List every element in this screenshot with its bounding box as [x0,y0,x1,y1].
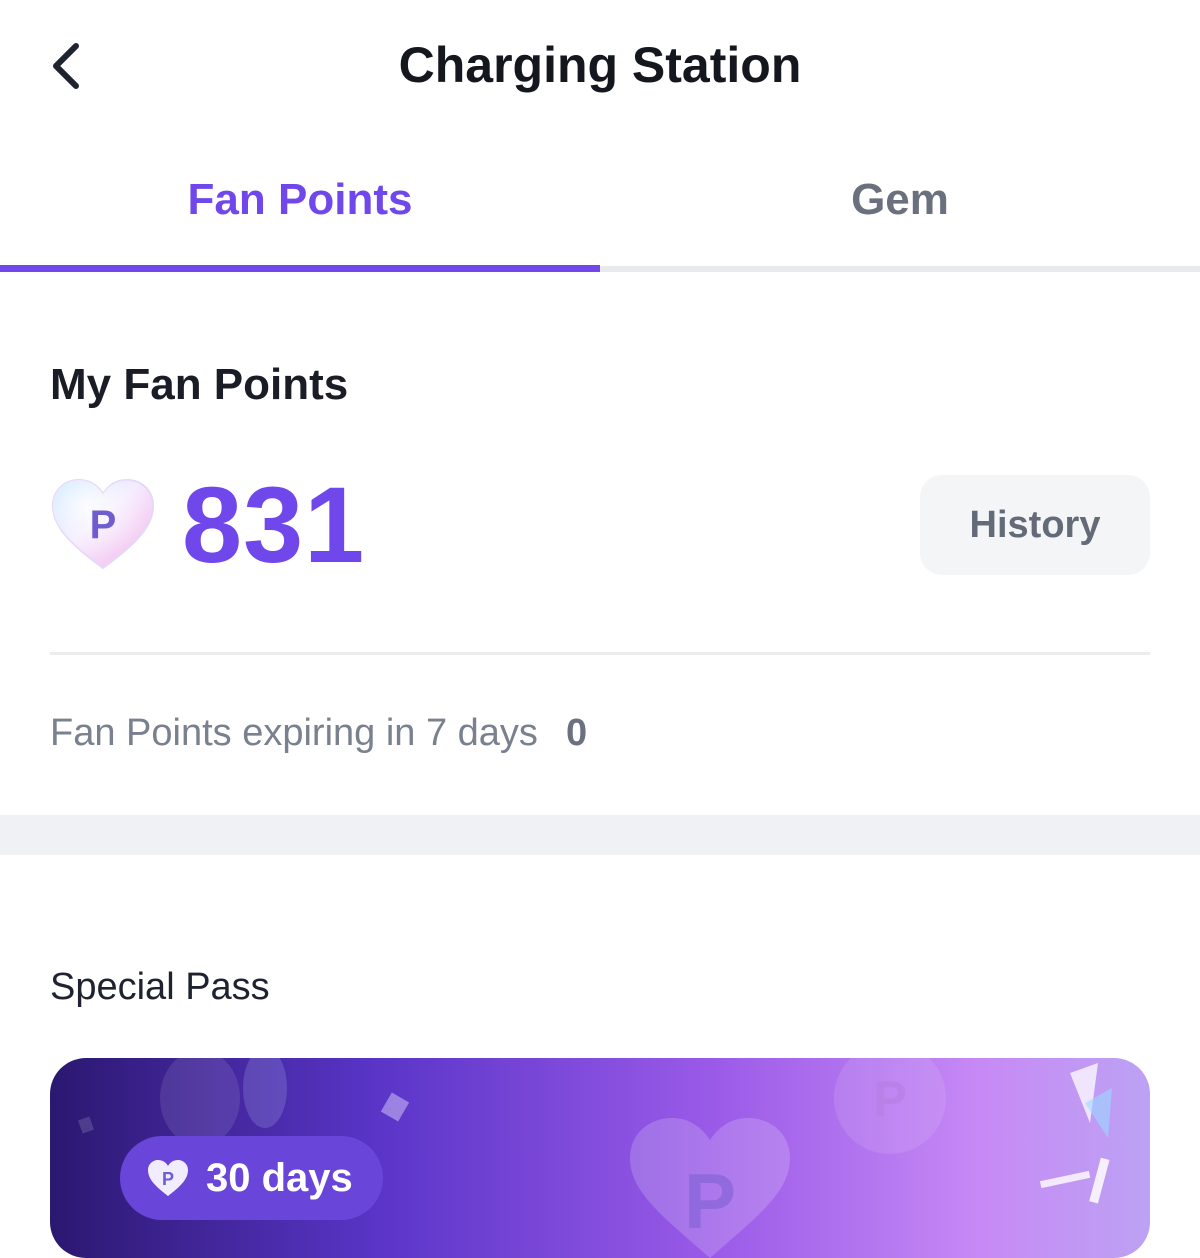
tab-gem[interactable]: Gem [600,175,1200,225]
tab-bar: Fan Points Gem [0,135,1200,275]
fan-point-heart-icon: P [51,478,155,570]
special-pass-title: Special Pass [50,966,270,1008]
expiring-row: Fan Points expiring in 7 days 0 [50,712,587,755]
special-pass-card[interactable]: P P P 30 days [50,1058,1150,1258]
svg-text:P: P [873,1071,906,1127]
history-button[interactable]: History [920,475,1150,575]
section-separator [0,815,1200,855]
duration-badge: P 30 days [120,1136,383,1220]
duration-label: 30 days [206,1155,353,1200]
my-fan-points-title: My Fan Points [50,360,349,409]
expiring-value: 0 [565,712,588,754]
divider [50,652,1150,655]
fan-points-balance: 831 [182,464,366,585]
active-tab-indicator [0,265,600,272]
page-title: Charging Station [398,37,802,93]
svg-text:P: P [684,1157,736,1245]
fan-point-heart-icon: P [148,1160,188,1196]
header: Charging Station [0,0,1200,135]
expiring-label: Fan Points expiring in 7 days [50,712,538,754]
pill-heart-letter: P [162,1169,174,1189]
heart-letter: P [90,503,117,547]
tab-fan-points[interactable]: Fan Points [0,175,600,225]
